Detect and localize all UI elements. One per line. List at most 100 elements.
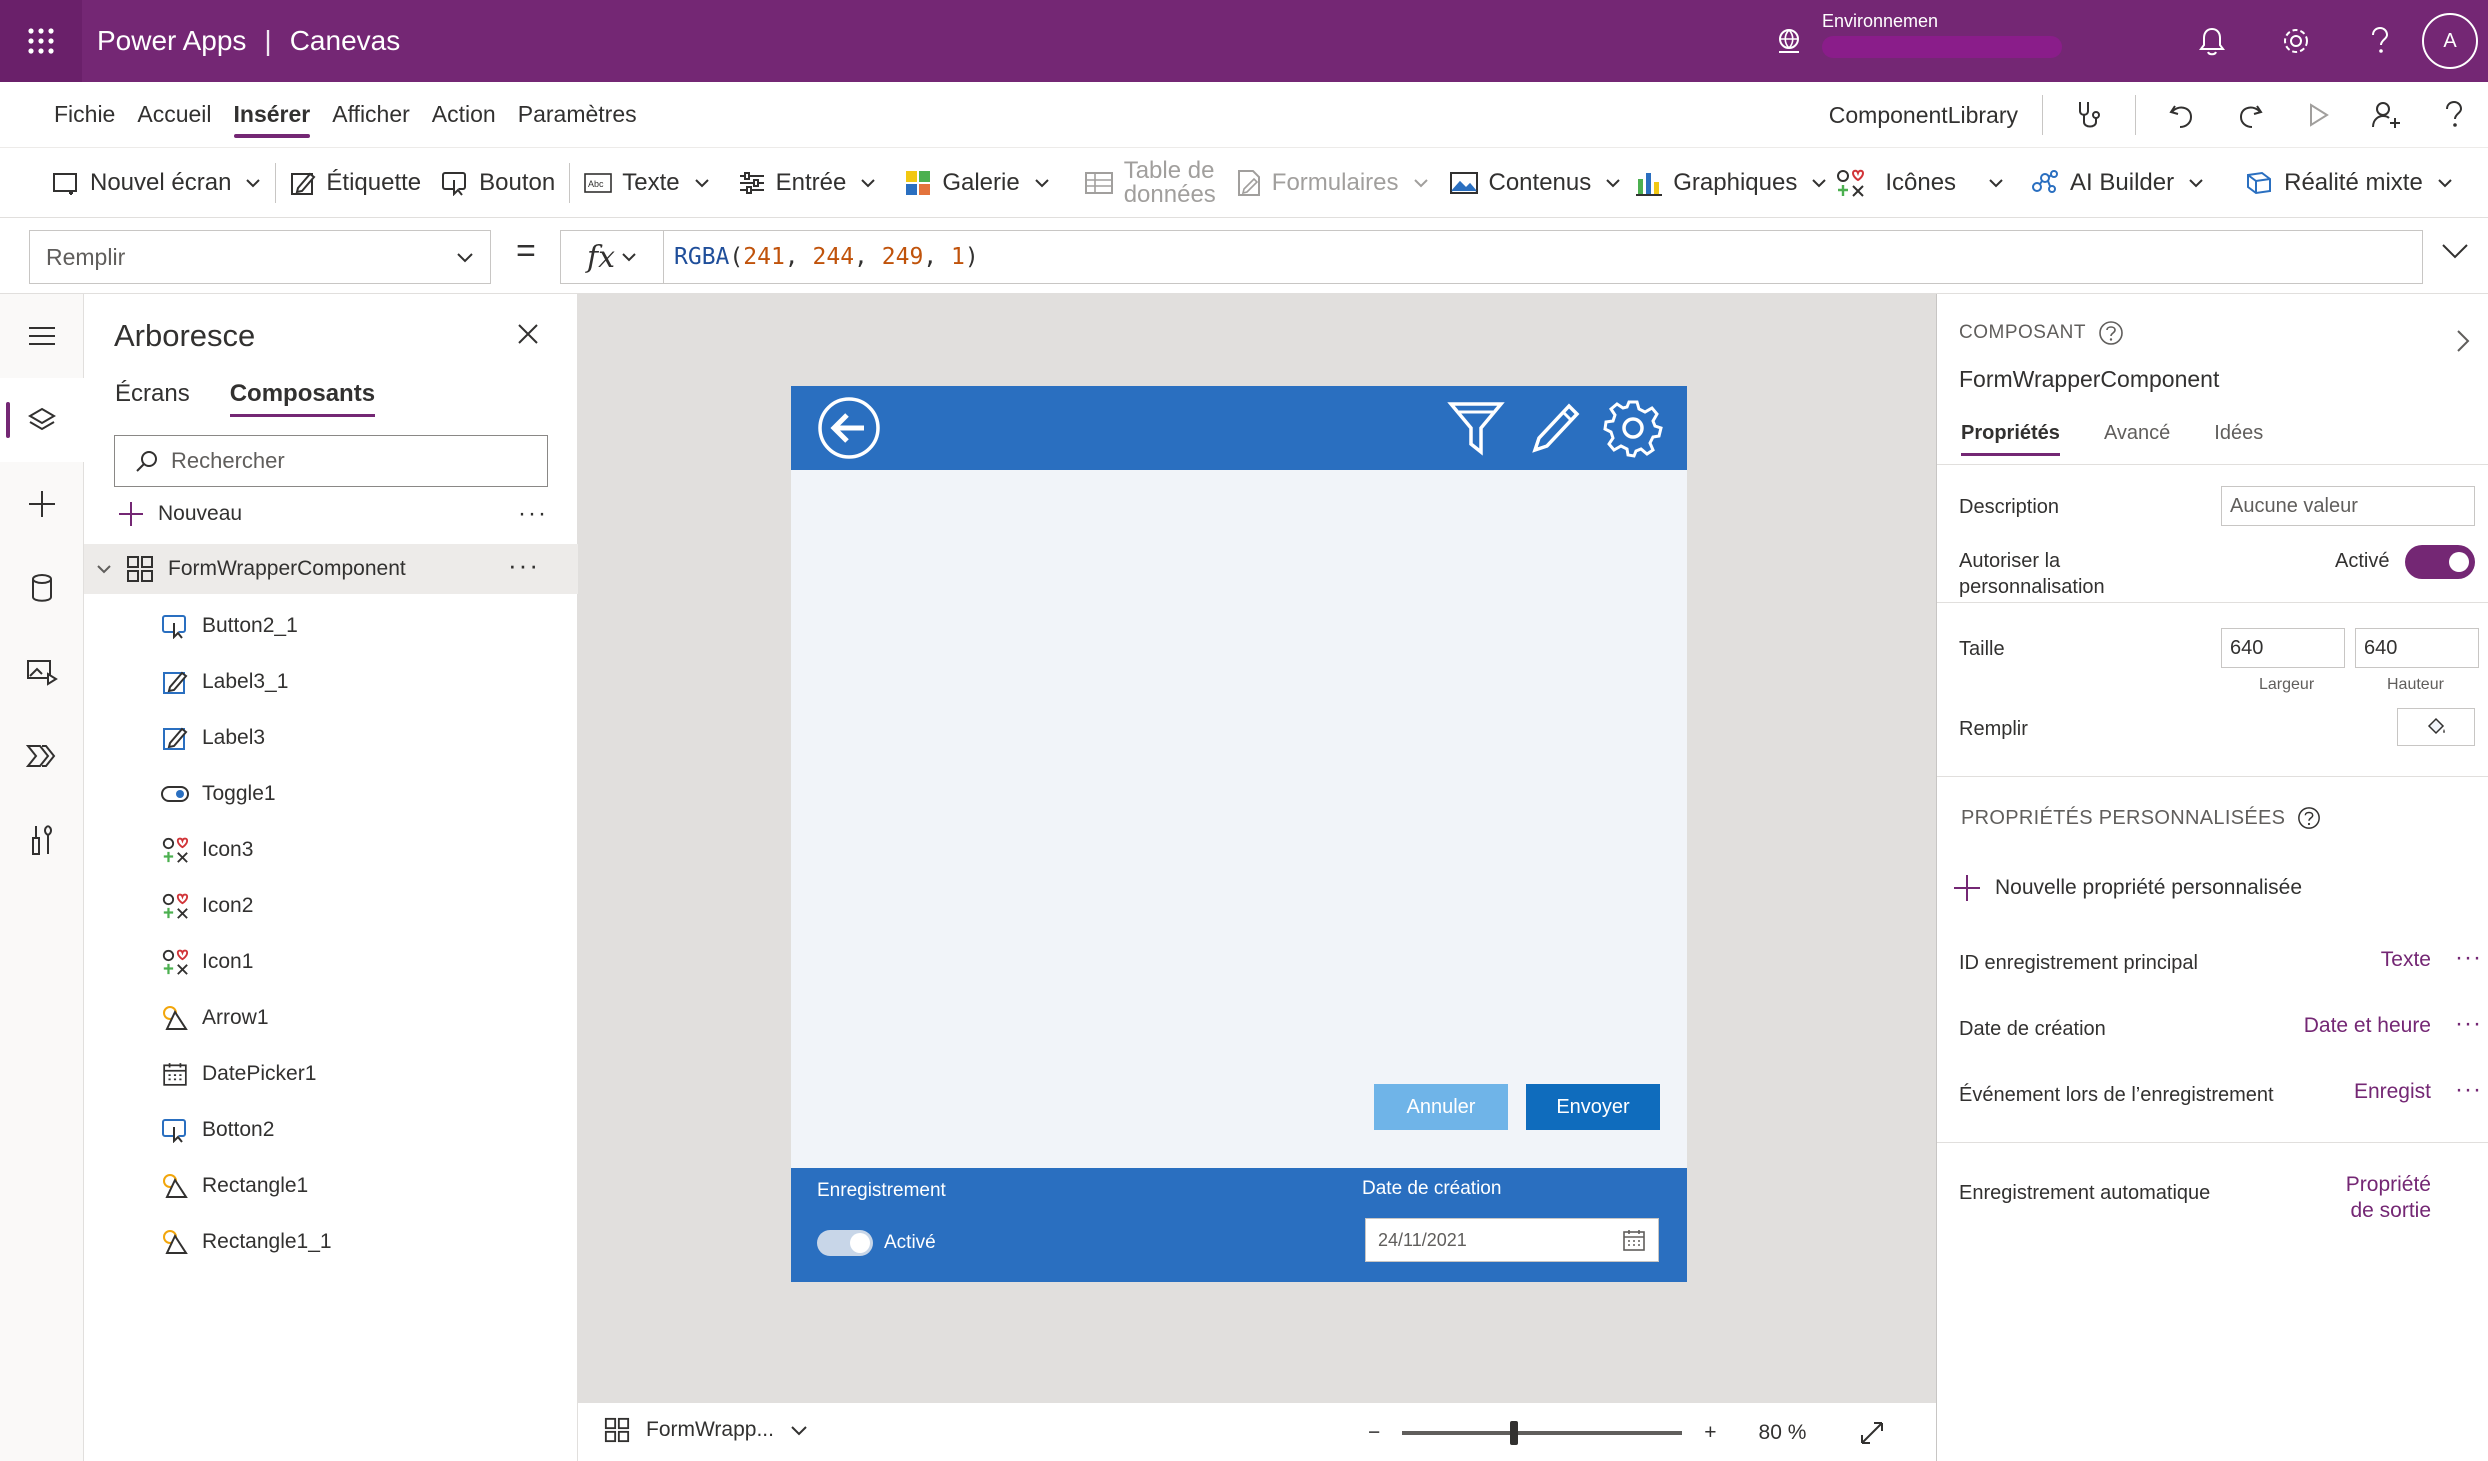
component-name-field[interactable]: FormWrapperComponent [1959, 366, 2219, 393]
environment-picker[interactable]: Environnemen [1774, 10, 2062, 58]
tab-advanced[interactable]: Avancé [2104, 422, 2170, 456]
chevron-right-icon[interactable] [2455, 328, 2471, 354]
help-circle-icon[interactable] [2098, 320, 2124, 346]
fill-color-picker[interactable] [2397, 708, 2475, 746]
custom-property-more-button[interactable]: ··· [2455, 944, 2482, 972]
footer-toggle[interactable] [817, 1230, 873, 1256]
back-arrow-icon[interactable] [817, 396, 881, 460]
new-component-label: Nouveau [158, 502, 243, 525]
forms-button[interactable]: Formulaires [1226, 148, 1439, 218]
screen-selector[interactable]: FormWrapp... [604, 1417, 808, 1443]
avatar[interactable]: A [2422, 13, 2478, 69]
charts-button[interactable]: Graphiques [1631, 148, 1831, 218]
help-button[interactable] [2338, 0, 2422, 82]
function-button[interactable]: fx [560, 230, 663, 284]
gallery-button[interactable]: Galerie [894, 148, 1059, 218]
redo-button[interactable] [2216, 82, 2284, 148]
chevron-down-icon[interactable] [96, 564, 112, 574]
menu-home[interactable]: Accueil [126, 82, 222, 148]
zoom-out-button[interactable]: − [1368, 1421, 1380, 1445]
tab-properties[interactable]: Propriétés [1961, 422, 2060, 456]
component-canvas[interactable]: Annuler Envoyer Enregistrement Activé Da… [791, 386, 1687, 1282]
menu-file[interactable]: Fichie [43, 82, 126, 148]
zoom-in-button[interactable]: + [1704, 1421, 1716, 1445]
preview-button[interactable] [2284, 82, 2352, 148]
edit-icon[interactable] [1527, 398, 1581, 458]
tab-screens[interactable]: Écrans [115, 380, 190, 417]
fit-to-window-icon[interactable] [1858, 1419, 1886, 1447]
input-button[interactable]: Entrée [728, 148, 887, 218]
expand-formula-icon[interactable] [2440, 242, 2470, 260]
hamburger-button[interactable] [0, 294, 84, 378]
data-button[interactable] [0, 546, 84, 630]
new-component-button[interactable]: Nouveau [118, 501, 242, 527]
ai-builder-button[interactable]: AI Builder [2020, 148, 2214, 218]
tree-item[interactable]: DatePicker1 [84, 1046, 578, 1102]
undo-button[interactable] [2148, 82, 2216, 148]
filter-icon[interactable] [1447, 398, 1505, 458]
media-rail-button[interactable] [0, 630, 84, 714]
tree-search-input[interactable]: Rechercher [114, 435, 548, 487]
zoom-slider[interactable] [1402, 1421, 1683, 1445]
tree-item[interactable]: Icon1 [84, 934, 578, 990]
media-button[interactable]: Contenus [1439, 148, 1632, 218]
component-more-button[interactable]: ··· [508, 550, 540, 581]
custom-property-more-button[interactable]: ··· [2455, 1010, 2482, 1038]
description-input[interactable]: Aucune valeur [2221, 486, 2475, 526]
help-circle-icon[interactable] [2297, 806, 2321, 830]
tree-item[interactable]: Icon3 [84, 822, 578, 878]
width-input[interactable]: 640 [2221, 628, 2345, 668]
more-options-button[interactable]: ··· [518, 500, 548, 528]
height-input[interactable]: 640 [2355, 628, 2479, 668]
menu-insert[interactable]: Insérer [223, 82, 322, 148]
tree-view-panel: Arboresce Écrans Composants Rechercher N… [84, 294, 578, 1461]
insert-rail-button[interactable] [0, 462, 84, 546]
calendar-icon[interactable] [1622, 1228, 1646, 1252]
tree-view-button[interactable] [0, 378, 84, 462]
tree-item[interactable]: Rectangle1_1 [84, 1214, 578, 1270]
share-button[interactable] [2352, 82, 2420, 148]
app-checker-button[interactable] [2055, 82, 2123, 148]
app-launcher-button[interactable] [0, 0, 82, 82]
help-menu-button[interactable] [2420, 82, 2488, 148]
formula-input[interactable]: RGBA(241, 244, 249, 1) [663, 230, 2423, 284]
notifications-button[interactable] [2170, 0, 2254, 82]
text-button[interactable]: Abc Texte [574, 148, 719, 218]
button-insert-button[interactable]: Bouton [431, 148, 565, 218]
tree-item[interactable]: Botton2 [84, 1102, 578, 1158]
data-table-button[interactable]: Table de données [1074, 148, 1226, 218]
icons-button[interactable]: Icônes [1831, 148, 2008, 218]
tree-item[interactable]: Rectangle1 [84, 1158, 578, 1214]
send-button[interactable]: Envoyer [1526, 1084, 1660, 1130]
tree-item[interactable]: Icon2 [84, 878, 578, 934]
allow-customization-toggle[interactable] [2405, 545, 2475, 579]
cancel-button[interactable]: Annuler [1374, 1084, 1508, 1130]
tab-components[interactable]: Composants [229, 380, 376, 417]
tree-item-formwrappercomponent[interactable]: FormWrapperComponent ··· [84, 544, 578, 594]
tree-item[interactable]: Arrow1 [84, 990, 578, 1046]
settings-button[interactable] [2254, 0, 2338, 82]
custom-property-more-button[interactable]: ··· [2455, 1076, 2482, 1104]
close-icon[interactable] [516, 322, 540, 346]
menu-view[interactable]: Afficher [321, 82, 421, 148]
new-custom-property-button[interactable]: Nouvelle propriété personnalisée [1953, 874, 2302, 902]
component-header-bar[interactable] [791, 386, 1687, 470]
tree-item[interactable]: Toggle1 [84, 766, 578, 822]
date-picker[interactable]: 24/11/2021 [1365, 1218, 1659, 1262]
new-screen-button[interactable]: Nouvel écran [42, 148, 271, 218]
menu-action[interactable]: Action [421, 82, 507, 148]
calendar-icon [160, 1061, 190, 1087]
tree-item[interactable]: Label3_1 [84, 654, 578, 710]
advanced-tools-button[interactable] [0, 798, 84, 882]
property-dropdown[interactable]: Remplir [29, 230, 491, 284]
power-automate-button[interactable] [0, 714, 84, 798]
menu-settings[interactable]: Paramètres [507, 82, 648, 148]
zoom-slider-thumb[interactable] [1510, 1421, 1519, 1445]
tab-ideas[interactable]: Idées [2214, 422, 2263, 456]
canvas-area[interactable]: Annuler Envoyer Enregistrement Activé Da… [578, 294, 1936, 1402]
gear-icon[interactable] [1603, 398, 1663, 458]
tree-item[interactable]: Label3 [84, 710, 578, 766]
mixed-reality-button[interactable]: Réalité mixte [2234, 148, 2463, 218]
tree-item[interactable]: Button2_1 [84, 598, 578, 654]
label-button[interactable]: Étiquette [280, 148, 431, 218]
